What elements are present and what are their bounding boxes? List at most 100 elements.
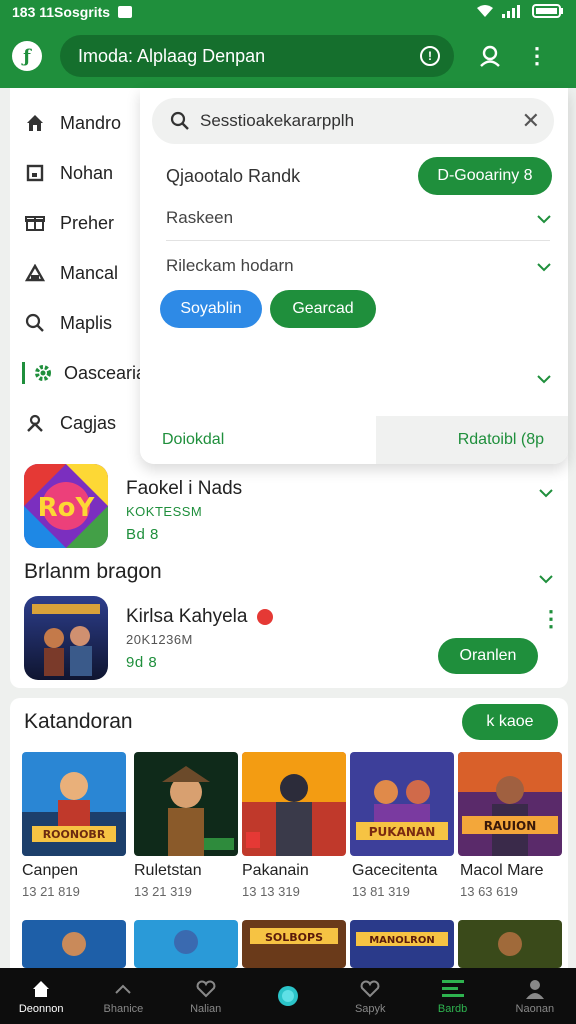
bottom-nav: Deonnon Bhanice Nalian Sapyk Bardb Naona… <box>0 968 576 1024</box>
more-vertical-icon[interactable]: ⋮ <box>540 606 562 632</box>
section-heading: Brlanm bragon <box>24 560 162 583</box>
person-icon <box>525 978 545 1000</box>
search-bar-text: Imoda: Alplaag Denpan <box>78 45 266 66</box>
nav-item-preher[interactable]: Preher <box>12 198 152 248</box>
panel-row-2-label: Raskeen <box>166 208 234 227</box>
nav-item-maplis[interactable]: Maplis <box>12 298 152 348</box>
panel-footer-right[interactable]: Rdatoibl (8p <box>376 416 568 464</box>
tile-name-4[interactable]: Gacecitenta <box>352 862 437 880</box>
panel-search-input[interactable]: Sesstioakekararpplh ✕ <box>152 98 554 144</box>
panel-row-4[interactable] <box>166 366 552 390</box>
nav-item-nohan[interactable]: Nohan <box>12 148 152 198</box>
game-tile-4[interactable]: PUKANAN <box>350 752 454 856</box>
panel-footer: Doiokdal Rdatoibl (8p <box>140 416 568 464</box>
game-tile-6[interactable] <box>22 920 126 968</box>
app-title-2[interactable]: Kirlsa Kahyela <box>126 606 273 628</box>
tile-name-3[interactable]: Pakanain <box>242 862 309 880</box>
bottom-nav-deonnon[interactable]: Deonnon <box>0 968 82 1024</box>
nav-item-oascearia[interactable]: Oascearia <box>12 348 152 398</box>
categories-title: Katandoran <box>24 710 133 733</box>
bottom-nav-label: Sapyk <box>354 1002 386 1015</box>
chip-gearcad[interactable]: Gearcad <box>270 290 376 328</box>
app-sub-2: 20K1236M <box>126 632 193 647</box>
close-icon[interactable]: ✕ <box>522 108 540 134</box>
chevron-down-icon[interactable] <box>536 256 552 277</box>
bottom-nav-sapyk[interactable]: Sapyk <box>329 968 411 1024</box>
nav-item-mandro[interactable]: Mandro <box>12 98 152 148</box>
panel-row-1-button[interactable]: D-Gooariny 8 <box>418 157 552 195</box>
search-icon <box>24 312 46 334</box>
tile-sub-1: 13 21 819 <box>22 884 80 899</box>
game-tile-5[interactable]: RAUION <box>458 752 562 856</box>
home-icon <box>31 978 51 1000</box>
app-bar: ƒ Imoda: Alplaag Denpan ! ⋮ <box>0 24 576 88</box>
battery-icon <box>532 3 564 21</box>
bottom-nav-label: Bardb <box>437 1002 468 1015</box>
tile-caption: PUKANAN <box>369 825 436 839</box>
tile-name-2[interactable]: Ruletstan <box>134 862 202 880</box>
chevron-down-icon[interactable] <box>536 368 552 389</box>
game-tile-3[interactable] <box>242 752 346 856</box>
panel-row-1-label: Qjaootalo Randk <box>166 165 301 186</box>
wifi-icon <box>476 4 494 21</box>
nav-item-label: Nohan <box>60 162 114 183</box>
panel-row-3[interactable]: Rileckam hodarn <box>166 248 552 284</box>
tile-sub-3: 13 13 319 <box>242 884 300 899</box>
game-tile-10[interactable] <box>458 920 562 968</box>
divider <box>166 240 550 241</box>
bottom-nav-label: Bhanice <box>103 1002 144 1015</box>
categories-more-button[interactable]: k kaoe <box>462 704 558 740</box>
bottom-nav-naonan[interactable]: Naonan <box>494 968 576 1024</box>
app-icon-1[interactable]: RoY <box>24 464 108 548</box>
gear-icon <box>32 362 54 384</box>
circle-icon <box>276 985 300 1007</box>
app-sub-1b: Bd 8 <box>126 526 159 543</box>
bars-icon <box>441 978 464 1000</box>
app-title-1[interactable]: Faokel i Nads <box>126 478 242 500</box>
tile-caption: MANOLRON <box>369 935 435 946</box>
bottom-nav-label: Nalian <box>190 1002 222 1015</box>
panel-row-2[interactable]: Raskeen <box>166 200 552 236</box>
alarm-badge-icon <box>256 608 273 625</box>
tile-name-5[interactable]: Macol Mare <box>460 862 544 880</box>
chevron-up-icon <box>114 978 132 1000</box>
nav-item-mancal[interactable]: Mancal <box>12 248 152 298</box>
heart-icon <box>196 978 216 1000</box>
bottom-nav-center[interactable] <box>247 968 329 1024</box>
panel-search-value: Sesstioakekararpplh <box>200 111 355 130</box>
chevron-down-icon[interactable] <box>536 208 552 229</box>
app-logo-icon[interactable]: ƒ <box>12 41 42 71</box>
gift-icon <box>24 212 46 234</box>
game-tile-7[interactable] <box>134 920 238 968</box>
app-title-2-text: Kirlsa Kahyela <box>126 606 248 627</box>
nav-item-cagjas[interactable]: Cagjas <box>12 398 152 448</box>
app-icon-2[interactable] <box>24 596 108 680</box>
bottom-nav-bardb[interactable]: Bardb <box>411 968 493 1024</box>
tile-sub-4: 13 81 319 <box>352 884 410 899</box>
square-icon <box>24 162 46 184</box>
chevron-down-icon[interactable] <box>538 482 554 503</box>
panel-footer-left[interactable]: Doiokdal <box>140 416 376 464</box>
info-icon[interactable]: ! <box>420 46 440 66</box>
bottom-nav-bhanice[interactable]: Bhanice <box>82 968 164 1024</box>
chip-soyablin[interactable]: Soyablin <box>160 290 262 328</box>
game-tile-1[interactable]: ROONOBR <box>22 752 126 856</box>
app-2-open-button[interactable]: Oranlen <box>438 638 538 674</box>
app-sub-1: KOKTESSM <box>126 504 203 519</box>
nav-item-label: Mandro <box>60 112 122 133</box>
nav-item-label: Cagjas <box>60 412 117 433</box>
nav-item-label: Oascearia <box>64 362 147 383</box>
game-tile-2[interactable] <box>134 752 238 856</box>
search-bar[interactable]: Imoda: Alplaag Denpan ! <box>60 35 454 77</box>
status-bar: 183 11Sosgrits <box>0 0 576 24</box>
app-sub-2b: 9d 8 <box>126 654 158 671</box>
game-tile-8[interactable]: SOLBOPS <box>242 920 346 968</box>
tile-name-1[interactable]: Canpen <box>22 862 78 880</box>
more-vertical-icon[interactable]: ⋮ <box>526 43 548 69</box>
bottom-nav-nalian[interactable]: Nalian <box>165 968 247 1024</box>
tile-caption: SOLBOPS <box>265 931 323 944</box>
chevron-down-icon[interactable] <box>538 568 554 589</box>
nav-item-label: Maplis <box>60 312 113 333</box>
game-tile-9[interactable]: MANOLRON <box>350 920 454 968</box>
account-icon[interactable] <box>478 44 502 68</box>
